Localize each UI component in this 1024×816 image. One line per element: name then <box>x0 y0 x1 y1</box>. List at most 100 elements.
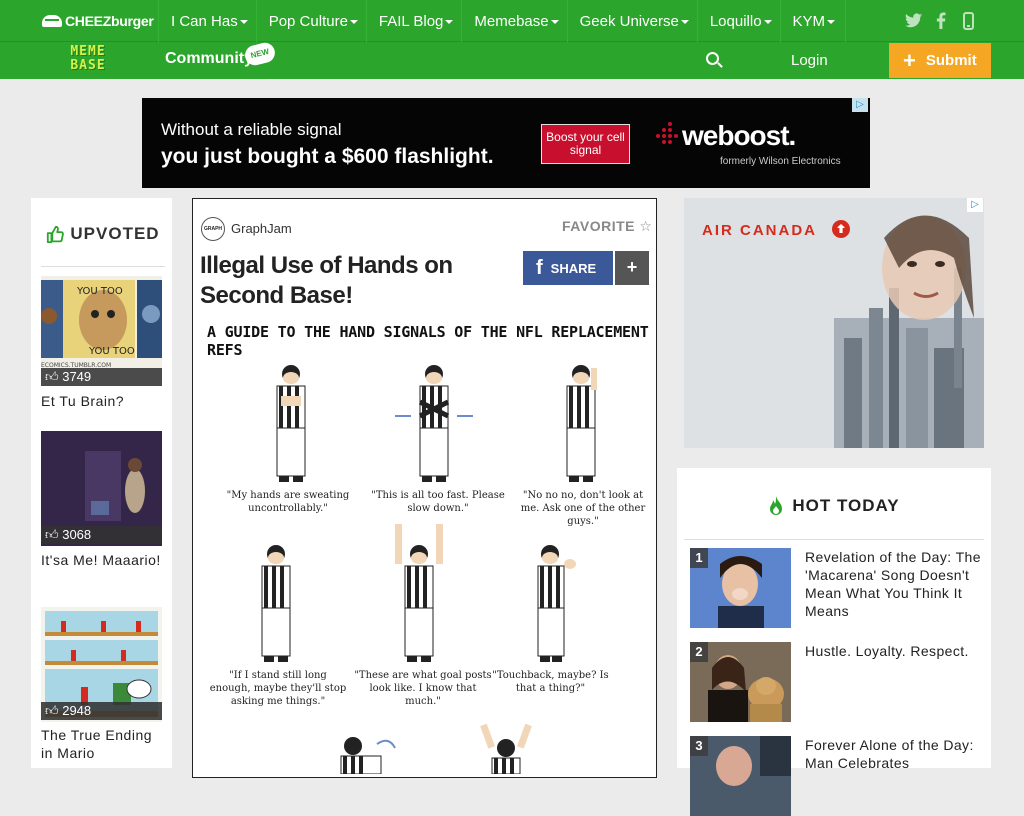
nav-item-geek-universe[interactable]: Geek Universe <box>566 0 697 42</box>
thumbs-up-icon: 👍︎ <box>45 703 59 718</box>
caption-6: "Touchback, maybe? Is that a thing?" <box>492 670 609 694</box>
hot-today-item-title[interactable]: Hustle. Loyalty. Respect. <box>805 642 983 660</box>
thumbs-up-icon <box>47 225 65 243</box>
air-canada-ad[interactable]: AIR CANADA ▷ <box>684 198 984 448</box>
upvote-count-value: 3068 <box>62 527 92 542</box>
caret-down-icon <box>827 20 836 24</box>
post-title[interactable]: Illegal Use of Hands on Second Base! <box>200 251 500 311</box>
facebook-share-button[interactable]: f SHARE <box>523 251 613 285</box>
referee-figure-7 <box>340 737 396 774</box>
upvoted-divider <box>41 266 165 267</box>
nav-item-pop-culture[interactable]: Pop Culture <box>255 0 366 42</box>
rank-badge: 2 <box>690 642 708 662</box>
nav-item-memebase[interactable]: Memebase <box>461 0 566 42</box>
flame-icon <box>770 496 783 515</box>
ad-cta-button[interactable]: Boost your cell signal <box>541 124 630 164</box>
upvote-count-value: 2948 <box>62 703 92 718</box>
twitter-icon[interactable] <box>905 13 922 28</box>
upvote-count-value: 3749 <box>62 369 92 384</box>
referee-figure-2 <box>395 365 473 482</box>
referee-figure-6 <box>537 545 576 662</box>
login-link[interactable]: Login <box>791 52 828 69</box>
nav-label: Pop Culture <box>268 12 348 30</box>
adchoices-icon[interactable]: ▷ <box>852 98 868 112</box>
caption-4: "If I stand still long enough, maybe the… <box>209 670 347 707</box>
hot-today-divider <box>684 539 984 540</box>
caret-down-icon <box>445 20 454 24</box>
facebook-icon: f <box>536 257 543 279</box>
upvoted-item-title[interactable]: The True Ending in Mario <box>41 726 162 762</box>
rank-badge: 1 <box>690 548 708 568</box>
nav-label: I Can Has <box>171 12 238 30</box>
caption-5: "These are what goal posts look like. I … <box>354 670 492 707</box>
referee-figure-5 <box>395 524 443 662</box>
ad-line-2: you just bought a $600 flashlight. <box>161 145 494 168</box>
hot-today-header: HOT TODAY <box>677 496 991 516</box>
air-canada-logo: AIR CANADA <box>702 222 817 239</box>
nav-item-kym[interactable]: KYM <box>779 0 847 42</box>
upvoted-item-title[interactable]: It'sa Me! Maaario! <box>41 551 162 569</box>
mobile-icon[interactable] <box>963 12 974 30</box>
caret-down-icon <box>680 20 689 24</box>
svg-text:YOU TOO: YOU TOO <box>76 286 123 297</box>
post-author[interactable]: GraphJam <box>231 221 292 236</box>
hot-today-panel: HOT TODAY 1 Revelation of the Day: The '… <box>677 468 991 816</box>
author-avatar[interactable]: GRAPH <box>201 217 225 241</box>
cheezburger-hat-icon <box>42 15 62 27</box>
submit-button[interactable]: + Submit <box>889 43 991 78</box>
upvoted-item-title[interactable]: Et Tu Brain? <box>41 392 162 410</box>
favorite-label: FAVORITE <box>562 218 635 234</box>
plus-icon: + <box>903 47 916 73</box>
star-icon: ☆ <box>639 218 653 234</box>
weboost-banner-ad[interactable]: Without a reliable signal you just bough… <box>142 98 870 188</box>
hot-today-item-title[interactable]: Revelation of the Day: The 'Macarena' So… <box>805 548 983 620</box>
referee-figure-1 <box>276 365 306 482</box>
caption-2: "This is all too fast. Please slow down.… <box>371 490 505 514</box>
submit-label: Submit <box>925 52 977 69</box>
weboost-logo: weboost. <box>682 120 796 151</box>
upvoted-header: UPVOTED <box>41 224 165 244</box>
nav-item-loquillo[interactable]: Loquillo <box>696 0 780 42</box>
ad-line-1: Without a reliable signal <box>161 120 342 139</box>
adchoices-icon[interactable]: ▷ <box>967 198 983 212</box>
caret-down-icon <box>550 20 559 24</box>
primary-nav-row: CHEEZburger I Can Has Pop Culture FAIL B… <box>0 0 1024 42</box>
upvoted-sidebar: UPVOTED YOU TOO YOU TOO ECOMICS.TUMBLR.C… <box>31 198 172 768</box>
maple-leaf-icon <box>832 220 850 238</box>
ad-formerly-text: formerly Wilson Electronics <box>720 156 841 167</box>
caret-down-icon <box>349 20 358 24</box>
upvote-count: 👍︎ 3749 <box>41 368 162 386</box>
caption-3: "No no no, don't look at me. Ask one of … <box>520 490 646 527</box>
svg-text:YOU TOO: YOU TOO <box>88 346 135 357</box>
hot-today-item-title[interactable]: Forever Alone of the Day: Man Celebrates <box>805 736 983 772</box>
new-badge: NEW <box>243 40 277 68</box>
hot-today-title: HOT TODAY <box>792 496 900 515</box>
upvoted-thumbnail[interactable]: YOU TOO YOU TOO ECOMICS.TUMBLR.COM <box>41 276 162 368</box>
community-link[interactable]: Community <box>165 50 253 68</box>
cheezburger-logo[interactable]: CHEEZburger <box>42 11 154 31</box>
brand-name: CHEEZburger <box>65 13 154 29</box>
nav-label: Memebase <box>474 12 549 30</box>
top-navigation-bar: CHEEZburger I Can Has Pop Culture FAIL B… <box>0 0 1024 79</box>
caption-1: "My hands are sweating uncontrollably." <box>226 490 350 514</box>
thumbs-up-icon: 👍︎ <box>45 527 59 542</box>
search-icon[interactable] <box>706 52 719 65</box>
more-share-button[interactable]: + <box>615 251 649 285</box>
share-label: SHARE <box>550 260 597 276</box>
memebase-logo[interactable]: MEME BASE <box>65 45 111 75</box>
weboost-signal-icon <box>654 122 680 148</box>
network-nav: I Can Has Pop Culture FAIL Blog Memebase… <box>158 0 847 42</box>
nav-label: Geek Universe <box>579 12 679 30</box>
thumbs-up-icon: 👍︎ <box>45 369 59 384</box>
nav-item-i-can-has[interactable]: I Can Has <box>158 0 256 42</box>
caret-down-icon <box>239 20 248 24</box>
upvoted-title: UPVOTED <box>70 224 160 243</box>
facebook-icon[interactable] <box>936 12 946 29</box>
referee-figure-4 <box>261 545 291 662</box>
nav-item-fail-blog[interactable]: FAIL Blog <box>365 0 461 42</box>
nav-label: FAIL Blog <box>378 12 444 30</box>
favorite-button[interactable]: FAVORITE ☆ <box>562 218 652 235</box>
nav-label: Loquillo <box>709 12 762 30</box>
nav-label: KYM <box>792 12 826 30</box>
caret-down-icon <box>763 20 772 24</box>
